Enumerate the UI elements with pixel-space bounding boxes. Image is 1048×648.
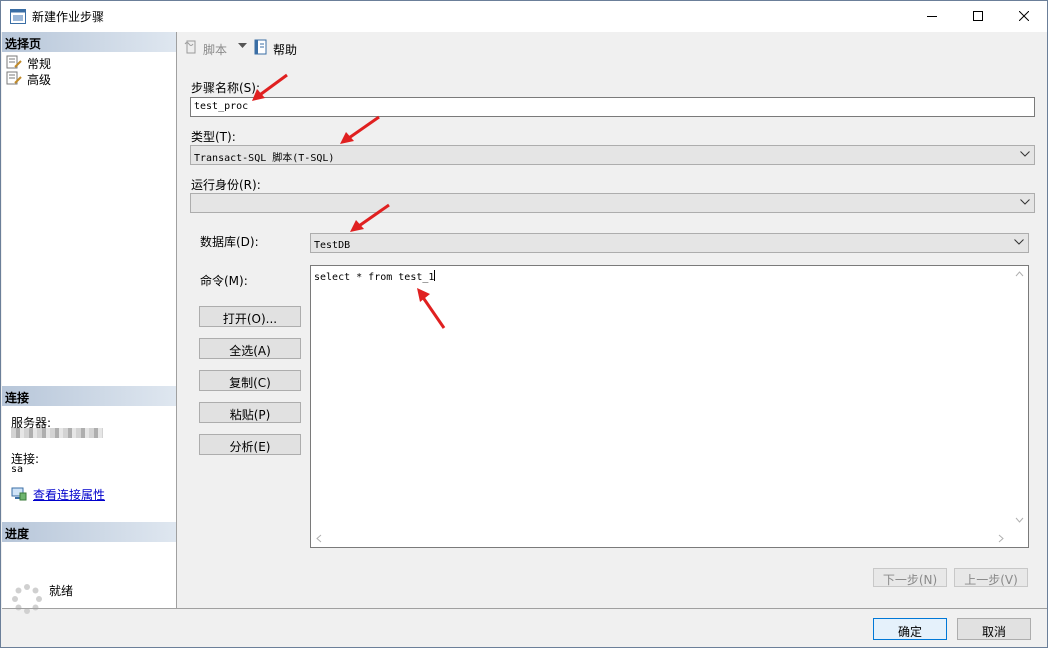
view-connection-link-text[interactable]: 查看连接属性 — [33, 486, 105, 503]
connection-header: 连接 — [2, 386, 176, 406]
connection-value: sa — [11, 464, 24, 475]
window-title: 新建作业步骤 — [32, 10, 105, 24]
chevron-down-icon — [1014, 239, 1024, 245]
view-connection-properties-link[interactable]: 查看连接属性 — [11, 485, 171, 503]
close-icon — [1019, 11, 1029, 21]
annotation-arrow-icon — [417, 288, 446, 329]
server-value-redacted — [11, 428, 103, 438]
page-item-label: 高级 — [27, 73, 52, 87]
chevron-down-icon — [1020, 151, 1030, 157]
type-select-value: Transact-SQL 脚本(T-SQL) — [194, 153, 335, 164]
toolbar: 脚本 帮助 — [178, 34, 1046, 62]
run-as-label: 运行身份(R): — [191, 178, 261, 192]
select-all-button[interactable]: 全选(A) — [199, 338, 301, 359]
left-pane: 选择页 常规 高级 连接 服务器: 连接: sa 查看连接属性 进度 就绪 — [2, 32, 177, 614]
next-step-button[interactable]: 下一步(N) — [873, 568, 947, 587]
title-bar: 新建作业步骤 — [1, 1, 1047, 32]
paste-button[interactable]: 粘贴(P) — [199, 402, 301, 423]
parse-button[interactable]: 分析(E) — [199, 434, 301, 455]
annotation-arrow-icon — [252, 73, 288, 101]
footer-divider — [2, 608, 1047, 609]
text-caret — [434, 270, 436, 281]
help-label: 帮助 — [273, 43, 298, 57]
vertical-scrollbar[interactable] — [1011, 266, 1028, 530]
chevron-down-icon — [1020, 199, 1030, 205]
horizontal-scrollbar[interactable] — [311, 530, 1011, 547]
help-icon — [254, 39, 267, 55]
ok-button[interactable]: 确定 — [873, 618, 947, 640]
maximize-button[interactable] — [955, 1, 1001, 31]
progress-status: 就绪 — [49, 584, 74, 598]
help-button[interactable]: 帮助 — [253, 38, 303, 58]
run-as-select[interactable] — [190, 193, 1035, 213]
script-icon — [184, 40, 196, 54]
progress-spinner-icon — [12, 584, 42, 614]
page-wrench-icon — [6, 71, 22, 85]
annotation-arrow-icon — [340, 115, 380, 144]
app-icon — [10, 9, 26, 24]
progress-header: 进度 — [2, 522, 176, 542]
open-button[interactable]: 打开(O)... — [199, 306, 301, 327]
database-select[interactable]: TestDB — [310, 233, 1029, 253]
script-label: 脚本 — [203, 43, 228, 57]
type-select[interactable]: Transact-SQL 脚本(T-SQL) — [190, 145, 1035, 165]
script-button[interactable]: 脚本 — [183, 38, 238, 58]
select-page-header: 选择页 — [2, 32, 176, 52]
script-dropdown-icon[interactable] — [238, 43, 247, 49]
type-label: 类型(T): — [191, 130, 236, 144]
command-text: select * from test_1 — [314, 272, 435, 283]
cancel-button[interactable]: 取消 — [957, 618, 1031, 640]
copy-button[interactable]: 复制(C) — [199, 370, 301, 391]
command-label: 命令(M): — [200, 274, 248, 288]
maximize-icon — [973, 11, 983, 21]
connection-properties-icon — [11, 487, 27, 501]
annotation-arrow-icon — [350, 203, 390, 232]
database-select-value: TestDB — [314, 240, 351, 251]
dialog-window: 新建作业步骤 选择页 常规 高级 连接 服务器: 连接: sa 查看连接属性 进… — [0, 0, 1048, 648]
previous-step-button[interactable]: 上一步(V) — [954, 568, 1028, 587]
page-wrench-icon — [6, 55, 22, 69]
minimize-button[interactable] — [909, 1, 955, 31]
minimize-icon — [927, 16, 937, 17]
close-button[interactable] — [1001, 1, 1047, 31]
page-item-label: 常规 — [27, 57, 52, 71]
step-name-input[interactable]: test_proc — [190, 97, 1035, 117]
database-label: 数据库(D): — [200, 235, 259, 249]
